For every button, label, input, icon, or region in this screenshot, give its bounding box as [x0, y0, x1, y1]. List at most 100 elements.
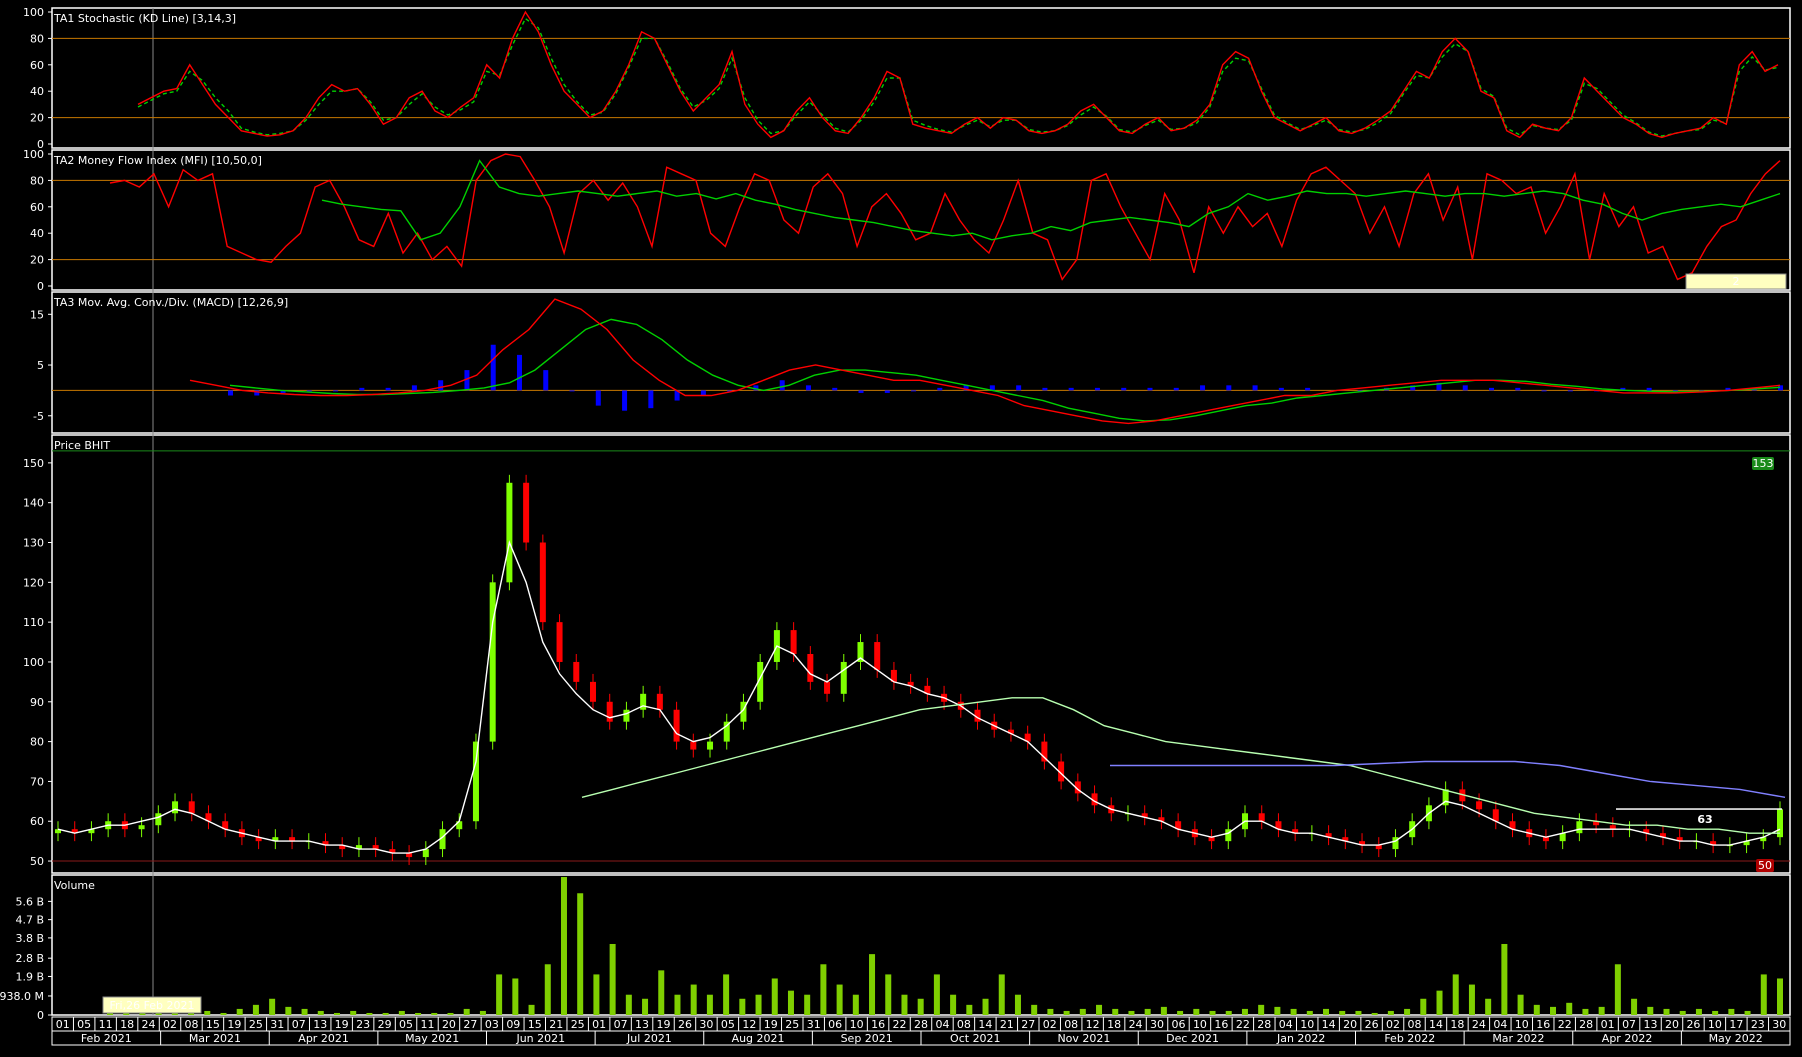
volume-bar [1290, 1008, 1297, 1015]
volume-bar [658, 970, 665, 1015]
day-label: 07 [614, 1018, 628, 1031]
day-label: 08 [184, 1018, 198, 1031]
volume-bar [1387, 1010, 1394, 1015]
month-label: Jul 2021 [626, 1032, 672, 1045]
day-label: 09 [506, 1018, 520, 1031]
volume-bar [1550, 1006, 1557, 1015]
day-label: 05 [721, 1018, 735, 1031]
month-label: Jun 2021 [515, 1032, 565, 1045]
volume-bar [609, 943, 616, 1015]
volume-bar [625, 994, 632, 1015]
day-label: 06 [828, 1018, 842, 1031]
volume-bar [1452, 974, 1459, 1015]
y-tick-label: 130 [23, 537, 44, 550]
volume-bar [1485, 998, 1492, 1015]
annotation-line [1616, 808, 1782, 810]
day-label: 18 [1107, 1018, 1121, 1031]
day-label: 05 [77, 1018, 91, 1031]
volume-bar [431, 1012, 438, 1015]
day-label: 16 [871, 1018, 885, 1031]
histogram-bar [700, 390, 706, 396]
day-label: 12 [742, 1018, 756, 1031]
day-label: 10 [1193, 1018, 1207, 1031]
day-label: 04 [1493, 1018, 1507, 1031]
y-tick-label: 60 [30, 59, 44, 72]
day-label: 13 [635, 1018, 649, 1031]
candle-body [1258, 813, 1265, 822]
price-annotation: 63 [1697, 813, 1712, 826]
month-label: Aug 2021 [732, 1032, 785, 1045]
day-label: 22 [1558, 1018, 1572, 1031]
day-label: 14 [1322, 1018, 1336, 1031]
volume-bar [1193, 1008, 1200, 1015]
histogram-bar [438, 380, 444, 391]
volume-bar [771, 978, 778, 1015]
chart-canvas: TA1 Stochastic (KD Line) [3,14,3]1008060… [0, 6, 1791, 1046]
day-label: 26 [1686, 1018, 1700, 1031]
histogram-bar [1462, 385, 1468, 391]
histogram-bar [1541, 390, 1547, 392]
day-label: 28 [1257, 1018, 1271, 1031]
panel-frame [51, 149, 1791, 291]
candle-body [489, 582, 496, 742]
month-label: Sep 2021 [841, 1032, 893, 1045]
panel-title: TA2 Money Flow Index (MFI) [10,50,0] [53, 154, 262, 167]
day-label: 22 [893, 1018, 907, 1031]
volume-bar [966, 1004, 973, 1015]
y-tick-label: 100 [23, 148, 44, 161]
month-label: May 2022 [1709, 1032, 1763, 1045]
volume-bar [1160, 1006, 1167, 1015]
volume-bar [204, 1010, 211, 1015]
day-label: 10 [1300, 1018, 1314, 1031]
k-line [137, 10, 1779, 139]
volume-bar [398, 1010, 405, 1015]
volume-bar [885, 974, 892, 1015]
y-tick-label: 2.8 B [15, 952, 44, 965]
histogram-bar [1016, 385, 1022, 391]
histogram-bar [884, 390, 890, 393]
histogram-bar [228, 390, 233, 396]
day-label: 11 [99, 1018, 113, 1031]
volume-bar [787, 990, 794, 1015]
candle-body [172, 801, 179, 814]
day-label: 08 [957, 1018, 971, 1031]
volume-bar [463, 1008, 470, 1015]
y-tick-label: 4.7 B [15, 914, 44, 927]
day-label: 16 [1214, 1018, 1228, 1031]
volume-panel: Volume 5.6 B 4.7 B 3.8 B 2.8 B 1.9 B 938.0 M 0 F… [0, 877, 1783, 1022]
volume-bar [301, 1008, 308, 1015]
time-axis[interactable]: 01 05 11 18 24 02 08 15 19 25 31 07 13 19 23 29 05 11 20 27… [51, 1016, 1791, 1046]
day-label: 20 [442, 1018, 456, 1031]
histogram-bar [1094, 387, 1100, 391]
y-tick-label: 0 [37, 280, 44, 293]
day-label: 25 [785, 1018, 799, 1031]
volume-bar [1679, 1010, 1686, 1015]
y-tick-label: 20 [30, 112, 44, 125]
histogram-bar [805, 385, 811, 391]
day-label: 07 [1622, 1018, 1636, 1031]
volume-bar [1468, 984, 1475, 1015]
y-tick-label: 150 [23, 457, 44, 470]
volume-bar [1047, 1008, 1054, 1015]
volume-bar [236, 1008, 243, 1015]
volume-bar [820, 964, 827, 1015]
candle-body [523, 482, 530, 543]
volume-bar [1760, 974, 1767, 1015]
volume-bar [350, 1010, 357, 1015]
histogram-bar [911, 390, 917, 392]
candle-body [656, 693, 663, 710]
candle-body [1576, 821, 1583, 834]
volume-bar [933, 974, 940, 1015]
volume-bar [706, 994, 713, 1015]
volume-bar [333, 1012, 340, 1015]
chart-stage: TA1 Stochastic (KD Line) [3,14,3] 100 80 60… [0, 0, 1802, 1053]
day-label: 08 [1408, 1018, 1422, 1031]
histogram-bar [411, 385, 417, 391]
day-label: 27 [1021, 1018, 1035, 1031]
panel-title: Volume [54, 879, 95, 892]
y-tick-label: 20 [30, 254, 44, 267]
volume-bar [1501, 943, 1508, 1015]
volume-bar [1225, 1010, 1232, 1015]
y-tick-label: -5 [33, 410, 44, 423]
candle-body [1476, 801, 1483, 810]
